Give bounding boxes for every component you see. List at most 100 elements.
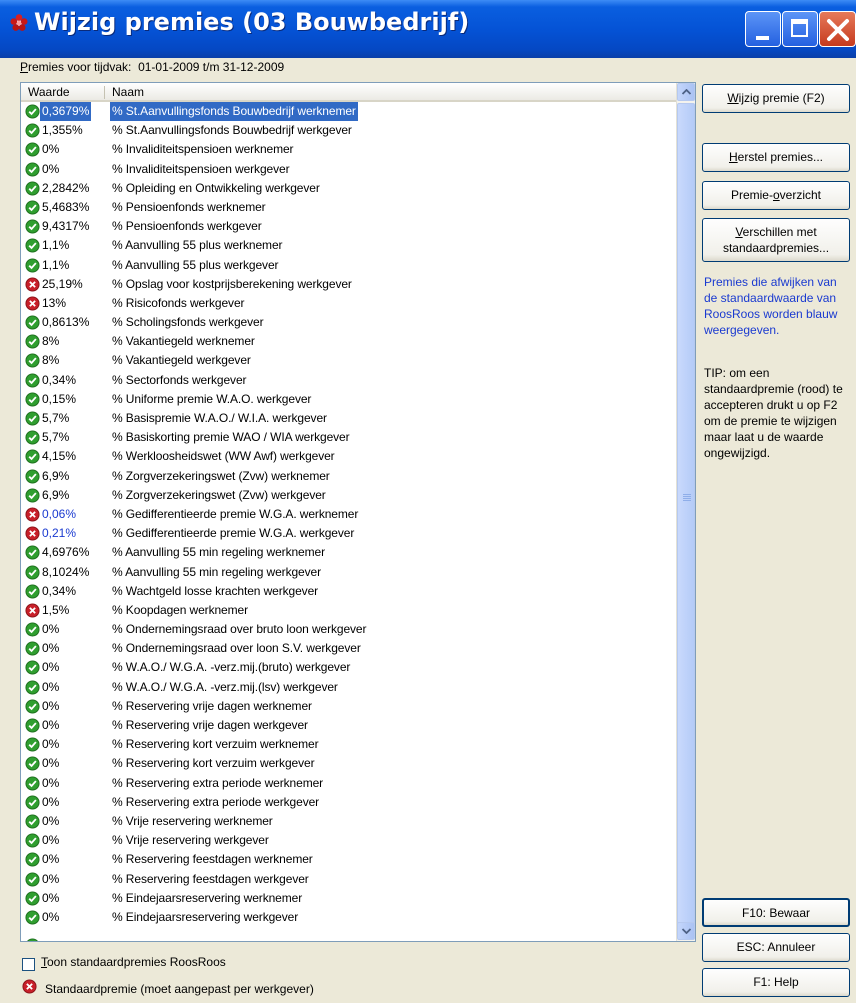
table-row[interactable]: 0% % Vrije reservering werkgever	[21, 831, 676, 850]
table-row[interactable]: 0% % Eindejaarsreservering werknemer	[21, 889, 676, 908]
x-circle-icon	[25, 277, 40, 292]
x-circle-icon	[25, 526, 40, 541]
wijzig-premie-button[interactable]: Wijzig premie (F2)	[702, 84, 850, 113]
row-waarde: 0,3679%	[40, 102, 92, 121]
premie-overzicht-button[interactable]: Premie-overzicht	[702, 181, 850, 210]
table-row[interactable]: 0% % Reservering vrije dagen werknemer	[21, 697, 676, 716]
check-circle-icon	[27, 938, 38, 941]
row-waarde: 0%	[42, 756, 60, 771]
minimize-button[interactable]	[745, 11, 781, 47]
row-naam: % Wachtgeld losse krachten werkgever	[112, 583, 319, 598]
table-row[interactable]: 0,21% % Gedifferentieerde premie W.G.A. w…	[21, 524, 676, 543]
scroll-thumb[interactable]	[677, 103, 695, 933]
table-row[interactable]: 0% % Reservering kort verzuim werkgever	[21, 754, 676, 773]
table-row[interactable]: 0% % Reservering extra periode werkgever	[21, 793, 676, 812]
period-label: remies voor tijdvak:	[28, 60, 132, 74]
row-waarde: 0%	[42, 794, 60, 809]
check-circle-icon	[25, 718, 40, 733]
row-waarde: 8,1024%	[42, 564, 90, 579]
row-waarde: 0%	[42, 890, 60, 905]
row-waarde: 0%	[42, 737, 60, 752]
close-button[interactable]	[819, 11, 856, 47]
table-row[interactable]: 8% % Vakantiegeld werknemer	[21, 332, 676, 351]
table-row[interactable]: 1,1% % Aanvulling 55 plus werkgever	[21, 256, 676, 275]
help-button[interactable]: F1: Help	[702, 968, 850, 997]
column-separator[interactable]	[104, 86, 105, 99]
toon-standaardpremies-label[interactable]: Toon standaardpremies RoosRoos	[41, 955, 226, 969]
title-bar[interactable]: Wijzig premies (03 Bouwbedrijf)	[0, 0, 856, 58]
table-row[interactable]: 0,8613% % Scholingsfonds werkgever	[21, 313, 676, 332]
table-row[interactable]: 13% % Risicofonds werkgever	[21, 294, 676, 313]
table-row[interactable]: 0% % Reservering vrije dagen werkgever	[21, 716, 676, 735]
check-circle-icon	[25, 545, 40, 560]
table-row[interactable]: 0% % Reservering feestdagen werkgever	[21, 870, 676, 889]
row-naam: % Vakantiegeld werknemer	[112, 334, 255, 349]
table-row[interactable]: 0% % Ondernemingsraad over bruto loon wer…	[21, 620, 676, 639]
table-row[interactable]: 2,2842% % Opleiding en Ontwikkeling werkg…	[21, 179, 676, 198]
verschillen-button[interactable]: Verschillen met standaardpremies...	[702, 218, 850, 262]
table-row[interactable]: 0% % Invaliditeitspensioen werknemer	[21, 140, 676, 159]
row-waarde: 0,21%	[42, 526, 77, 541]
row-naam: % Gedifferentieerde premie W.G.A. werkge…	[112, 526, 355, 541]
table-row[interactable]: 0% % W.A.O./ W.G.A. -verz.mij.(lsv) werkg…	[21, 678, 676, 697]
table-row[interactable]: 0% % W.A.O./ W.G.A. -verz.mij.(bruto) wer…	[21, 658, 676, 677]
list-item-partial[interactable]	[21, 938, 676, 941]
column-header-waarde[interactable]: Waarde	[28, 85, 70, 99]
bewaar-button[interactable]: F10: Bewaar	[702, 898, 850, 927]
premie-list[interactable]: Waarde Naam 0,3679% % St.Aanvullingsfonds…	[20, 82, 696, 942]
info-blue-text: Premies die afwijken van de standaardwaa…	[704, 275, 838, 337]
row-naam: % Eindejaarsreservering werkgever	[112, 909, 299, 924]
row-waarde: 8%	[42, 334, 60, 349]
check-circle-icon	[25, 795, 40, 810]
table-row[interactable]: 0,15% % Uniforme premie W.A.O. werkgever	[21, 390, 676, 409]
row-naam: % Uniforme premie W.A.O. werkgever	[112, 391, 312, 406]
check-circle-icon	[25, 680, 40, 695]
table-row[interactable]: 5,7% % Basispremie W.A.O./ W.I.A. werkgev…	[21, 409, 676, 428]
table-row[interactable]: 0% % Vrije reservering werknemer	[21, 812, 676, 831]
table-row[interactable]: 0% % Invaliditeitspensioen werkgever	[21, 160, 676, 179]
row-waarde: 0%	[42, 641, 60, 656]
table-row[interactable]: 1,355% % St.Aanvullingsfonds Bouwbedrijf …	[21, 121, 676, 140]
row-naam: % Pensioenfonds werknemer	[112, 199, 266, 214]
check-circle-icon	[25, 200, 40, 215]
herstel-premies-button[interactable]: Herstel premies...	[702, 143, 850, 172]
table-row[interactable]: 9,4317% % Pensioenfonds werkgever	[21, 217, 676, 236]
vertical-scrollbar[interactable]	[676, 83, 695, 941]
table-row[interactable]: 6,9% % Zorgverzekeringswet (Zvw) werkgeve…	[21, 486, 676, 505]
row-naam: % Sectorfonds werkgever	[112, 372, 247, 387]
scroll-up-button[interactable]	[677, 83, 695, 101]
row-naam: % Opslag voor kostprijsberekening werkge…	[112, 276, 352, 291]
table-row[interactable]: 8,1024% % Aanvulling 55 min regeling werk…	[21, 563, 676, 582]
annuleer-button[interactable]: ESC: Annuleer	[702, 933, 850, 962]
check-circle-icon	[25, 488, 40, 503]
x-circle-icon	[25, 296, 40, 311]
table-row[interactable]: 1,5% % Koopdagen werknemer	[21, 601, 676, 620]
table-row[interactable]: 0,34% % Wachtgeld losse krachten werkgeve…	[21, 582, 676, 601]
table-row[interactable]: 6,9% % Zorgverzekeringswet (Zvw) werkneme…	[21, 467, 676, 486]
row-naam: % Invaliditeitspensioen werkgever	[112, 161, 290, 176]
table-row[interactable]: 4,6976% % Aanvulling 55 min regeling werk…	[21, 543, 676, 562]
table-row[interactable]: 0,34% % Sectorfonds werkgever	[21, 371, 676, 390]
row-naam: % Vakantiegeld werkgever	[112, 353, 251, 368]
toon-standaardpremies-checkbox[interactable]	[22, 958, 35, 971]
table-row[interactable]: 0% % Reservering kort verzuim werknemer	[21, 735, 676, 754]
table-row[interactable]: 0% % Ondernemingsraad over loon S.V. werk…	[21, 639, 676, 658]
column-header-naam[interactable]: Naam	[112, 85, 144, 99]
scroll-down-button[interactable]	[677, 922, 695, 940]
table-row[interactable]: 0,06% % Gedifferentieerde premie W.G.A. w…	[21, 505, 676, 524]
table-row[interactable]: 8% % Vakantiegeld werkgever	[21, 351, 676, 370]
row-naam: % Werkloosheidswet (WW Awf) werkgever	[112, 449, 335, 464]
table-row[interactable]: 5,4683% % Pensioenfonds werknemer	[21, 198, 676, 217]
row-waarde: 1,5%	[42, 602, 70, 617]
table-row[interactable]: 0% % Eindejaarsreservering werkgever	[21, 908, 676, 927]
table-row[interactable]: 4,15% % Werkloosheidswet (WW Awf) werkgev…	[21, 447, 676, 466]
table-row[interactable]: 0% % Reservering extra periode werknemer	[21, 774, 676, 793]
table-row[interactable]: 5,7% % Basiskorting premie WAO / WIA werk…	[21, 428, 676, 447]
maximize-button[interactable]	[782, 11, 818, 47]
table-row[interactable]: 0% % Reservering feestdagen werknemer	[21, 850, 676, 869]
table-row[interactable]: 25,19% % Opslag voor kostprijsberekening …	[21, 275, 676, 294]
x-circle-icon	[22, 979, 37, 994]
table-row[interactable]: 1,1% % Aanvulling 55 plus werknemer	[21, 236, 676, 255]
table-row[interactable]: 0,3679% % St.Aanvullingsfonds Bouwbedrijf…	[21, 102, 676, 121]
check-circle-icon	[25, 699, 40, 714]
